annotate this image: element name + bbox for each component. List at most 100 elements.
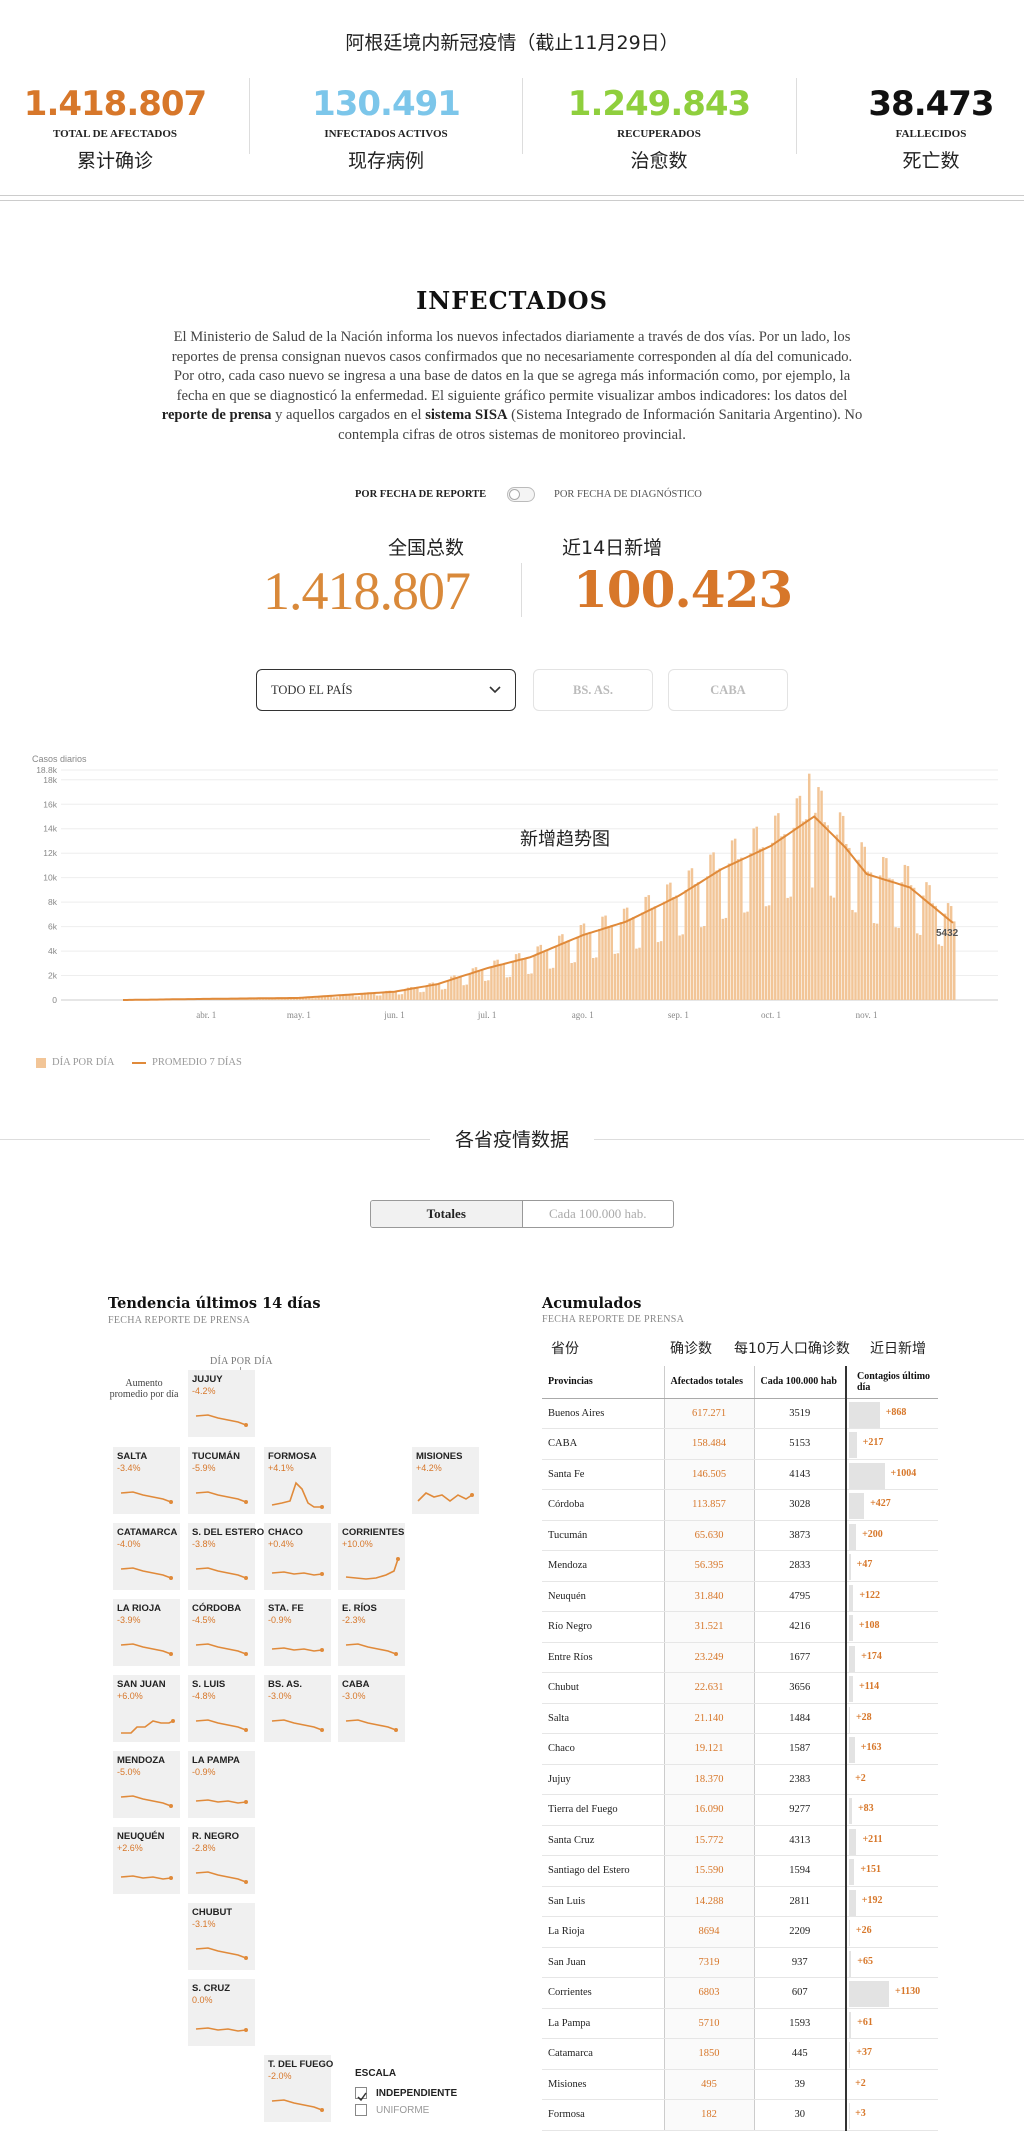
tile-province-name: STA. FE bbox=[268, 1603, 304, 1614]
table-row: Córdoba 113.857 3028 +427 bbox=[542, 1489, 938, 1521]
tile-percent: +10.0% bbox=[342, 1539, 373, 1549]
region-button-caba[interactable]: CABA bbox=[668, 669, 788, 711]
sparkline-end-dot bbox=[244, 1576, 248, 1580]
new-cases-cell: +2 bbox=[845, 2069, 938, 2100]
daily-bar bbox=[400, 994, 404, 1000]
province-trend-tile[interactable]: CORRIENTES +10.0% bbox=[338, 1523, 405, 1590]
daily-bar bbox=[397, 994, 401, 1000]
sparkline-end-dot bbox=[320, 1648, 324, 1652]
province-trend-tile[interactable]: LA PAMPA -0.9% bbox=[188, 1751, 255, 1818]
sparkline-path bbox=[195, 1567, 247, 1579]
new-cases-cell: +200 bbox=[845, 1520, 938, 1551]
province-name-cell: Buenos Aires bbox=[542, 1398, 664, 1429]
province-trend-tile[interactable]: BS. AS. -3.0% bbox=[264, 1675, 331, 1742]
per100k-cell: 4143 bbox=[754, 1459, 846, 1490]
new-cases-bar bbox=[849, 2042, 851, 2068]
new-cases-bar bbox=[849, 1828, 857, 1855]
sparkline-end-dot bbox=[244, 1652, 248, 1656]
daily-bar bbox=[789, 896, 792, 1000]
divider bbox=[796, 78, 797, 154]
province-trend-tile[interactable]: CATAMARCA -4.0% bbox=[113, 1523, 180, 1590]
daily-bar bbox=[761, 847, 765, 1000]
table-header-row: Provincias Afectados totales Cada 100.00… bbox=[542, 1366, 938, 1399]
column-header[interactable]: Afectados totales bbox=[663, 1366, 755, 1399]
province-trend-tile[interactable]: MENDOZA -5.0% bbox=[113, 1751, 180, 1818]
province-trend-tile[interactable]: FORMOSA +4.1% bbox=[264, 1447, 331, 1514]
sparkline-path bbox=[195, 1871, 247, 1883]
province-trend-tile[interactable]: E. RÍOS -2.3% bbox=[338, 1599, 405, 1666]
scale-uniform-label[interactable]: UNIFORME bbox=[376, 2105, 429, 2116]
province-name-cell: Santa Cruz bbox=[542, 1825, 664, 1856]
tile-percent: +4.1% bbox=[268, 1463, 294, 1473]
divider bbox=[249, 78, 250, 154]
per100k-cell: 2811 bbox=[754, 1886, 846, 1917]
daily-bar bbox=[434, 984, 438, 1000]
per100k-cell: 2383 bbox=[754, 1764, 846, 1795]
daily-bar bbox=[922, 895, 925, 1000]
tab-totales[interactable]: Totales bbox=[371, 1201, 523, 1227]
region-select[interactable]: TODO EL PAÍS bbox=[256, 669, 516, 711]
province-trend-tile[interactable]: SALTA -3.4% bbox=[113, 1447, 180, 1514]
province-trend-tile[interactable]: CHUBUT -3.1% bbox=[188, 1903, 255, 1970]
x-tick-label: sep. 1 bbox=[668, 1010, 689, 1020]
new-cases-bar bbox=[849, 1950, 852, 1977]
new-cases-cell: +47 bbox=[845, 1550, 938, 1582]
province-trend-tile[interactable]: MISIONES +4.2% bbox=[412, 1447, 479, 1514]
tile-percent: -3.4% bbox=[117, 1463, 141, 1473]
daily-bar bbox=[706, 876, 709, 1000]
daily-bar bbox=[613, 953, 617, 1000]
province-trend-tile[interactable]: R. NEGRO -2.8% bbox=[188, 1827, 255, 1894]
dia-por-dia-label: DÍA POR DÍA bbox=[210, 1356, 273, 1367]
province-trend-tile[interactable]: CHACO +0.4% bbox=[264, 1523, 331, 1590]
scale-uniform-checkbox[interactable] bbox=[355, 2104, 367, 2116]
daily-bar bbox=[740, 857, 743, 1000]
province-trend-tile[interactable]: S. CRUZ 0.0% bbox=[188, 1979, 255, 2046]
daily-bar bbox=[505, 977, 509, 1000]
daily-bar bbox=[848, 847, 851, 1000]
province-trend-tile[interactable]: JUJUY -4.2% bbox=[188, 1370, 255, 1437]
daily-bar bbox=[943, 913, 947, 1000]
daily-bar bbox=[419, 992, 422, 1000]
x-tick-label: jun. 1 bbox=[383, 1010, 405, 1020]
sparkline-end-dot bbox=[169, 1500, 173, 1504]
daily-bar bbox=[635, 948, 638, 1000]
region-button-bsas[interactable]: BS. AS. bbox=[533, 669, 653, 711]
province-trend-tile[interactable]: CABA -3.0% bbox=[338, 1675, 405, 1742]
stat-active-cn: 现存病例 bbox=[347, 150, 424, 172]
new-cases-bar bbox=[849, 1584, 854, 1611]
province-trend-tile[interactable]: S. LUIS -4.8% bbox=[188, 1675, 255, 1742]
province-trend-tile[interactable]: CÓRDOBA -4.5% bbox=[188, 1599, 255, 1666]
column-header[interactable]: Provincias bbox=[542, 1366, 664, 1399]
tab-per-100k[interactable]: Cada 100.000 hab. bbox=[523, 1201, 674, 1227]
scale-independent-checkbox[interactable] bbox=[355, 2087, 367, 2102]
province-trend-tile[interactable]: STA. FE -0.9% bbox=[264, 1599, 331, 1666]
province-trend-tile[interactable]: LA RIOJA -3.9% bbox=[113, 1599, 180, 1666]
stat-total-cn: 累计确诊 bbox=[76, 150, 153, 172]
daily-bar bbox=[900, 882, 904, 1000]
province-trend-tile[interactable]: SAN JUAN +6.0% bbox=[113, 1675, 180, 1742]
toggle-label-report[interactable]: POR FECHA DE REPORTE bbox=[355, 489, 486, 500]
stat-total: 1.418.807 TOTAL DE AFECTADOS 累计确诊 bbox=[0, 84, 230, 173]
province-trend-tile[interactable]: NEUQUÉN +2.6% bbox=[113, 1827, 180, 1894]
daily-bar bbox=[656, 942, 660, 1000]
y-tick-label: 6k bbox=[48, 922, 58, 932]
daily-bar bbox=[857, 859, 860, 1000]
daily-bar bbox=[610, 925, 613, 1000]
province-trend-tile[interactable]: TUCUMÁN -5.9% bbox=[188, 1447, 255, 1514]
sparkline-path bbox=[271, 1647, 323, 1652]
daily-bar bbox=[835, 834, 839, 1000]
new-cases-cell: +28 bbox=[845, 1703, 938, 1734]
table-row: Tierra del Fuego 16.090 9277 +83 bbox=[542, 1794, 938, 1826]
new-cases-cell: +1130 bbox=[845, 1977, 938, 2009]
sparkline-path bbox=[417, 1492, 473, 1502]
province-name-cell: Mendoza bbox=[542, 1550, 664, 1582]
column-header[interactable]: Cada 100.000 hab bbox=[754, 1366, 846, 1399]
date-mode-toggle[interactable] bbox=[507, 487, 535, 502]
province-trend-tile[interactable]: T. DEL FUEGO -2.0% bbox=[264, 2055, 333, 2122]
daily-bar bbox=[909, 885, 913, 1000]
province-trend-tile[interactable]: S. DEL ESTERO -3.8% bbox=[188, 1523, 264, 1590]
new-cases-label: +3 bbox=[855, 2108, 866, 2119]
column-header[interactable]: Contagios último día bbox=[845, 1366, 938, 1399]
toggle-label-diagnosis[interactable]: POR FECHA DE DIAGNÓSTICO bbox=[554, 489, 702, 500]
scale-independent-label[interactable]: INDEPENDIENTE bbox=[376, 2088, 457, 2099]
